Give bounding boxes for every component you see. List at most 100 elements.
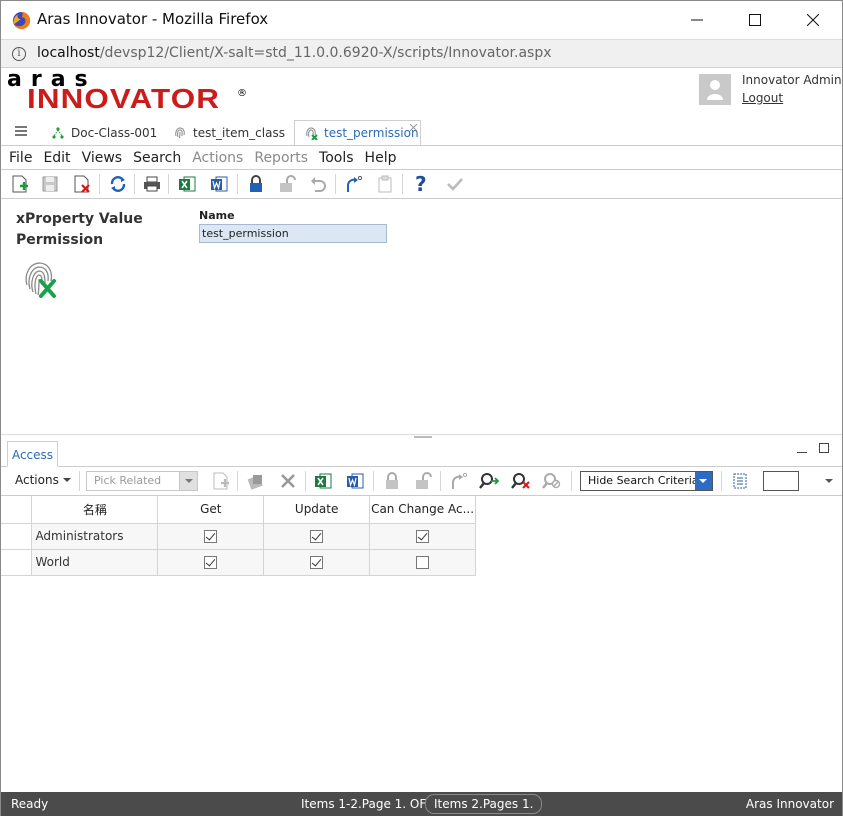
grid-lock-button[interactable] [381, 470, 403, 492]
update-checkbox[interactable] [310, 530, 324, 543]
menu-bar: File Edit Views Search Actions Reports T… [1, 145, 842, 169]
tab-test-item-class[interactable]: test_item_class [173, 120, 285, 145]
done-button[interactable] [444, 173, 466, 195]
menu-file[interactable]: File [9, 150, 32, 166]
stop-search-button[interactable] [541, 470, 563, 492]
help-button[interactable]: ? [409, 173, 431, 195]
new-item-button[interactable] [9, 173, 31, 195]
table-row[interactable]: Administrators [1, 522, 476, 550]
access-grid: 名稱 Get Update Can Change Ac... Administr… [1, 496, 476, 576]
toolbar-separator [79, 471, 80, 491]
checkmark-icon [447, 178, 463, 191]
grid-export-word-button[interactable] [344, 470, 366, 492]
claim-button[interactable] [374, 173, 396, 195]
promote-button[interactable] [342, 173, 364, 195]
can-change-checkbox[interactable] [416, 530, 430, 543]
delete-row-button[interactable] [277, 470, 299, 492]
info-icon[interactable]: i [12, 47, 26, 61]
save-icon [42, 176, 58, 192]
search-mode-select[interactable]: Hide Search Criteria [580, 471, 713, 491]
lock-button[interactable] [245, 173, 267, 195]
title-bar: Aras Innovator - Mozilla Firefox [1, 1, 842, 39]
toolbar-separator [99, 174, 100, 194]
print-button[interactable] [141, 173, 163, 195]
tab-doc-class[interactable]: Doc-Class-001 [51, 120, 157, 145]
pick-replace-button[interactable] [245, 470, 267, 492]
main-toolbar: ? [1, 169, 842, 199]
refresh-button[interactable] [107, 173, 129, 195]
hamburger-menu-icon[interactable] [15, 126, 27, 136]
get-checkbox[interactable] [204, 556, 218, 569]
row-selector[interactable] [1, 522, 33, 550]
menu-tools[interactable]: Tools [319, 150, 354, 166]
lock-icon [250, 175, 262, 192]
word-icon [347, 473, 364, 489]
column-header-can-change-access[interactable]: Can Change Ac... [369, 496, 476, 524]
cell-can-change [369, 522, 476, 550]
logo-innovator-text: INNOVATOR [27, 83, 221, 114]
avatar[interactable] [699, 74, 731, 105]
maximize-button[interactable] [726, 1, 784, 39]
search-go-icon [479, 473, 499, 489]
app-name: Aras Innovator [745, 797, 834, 811]
tab-close-icon[interactable] [410, 124, 417, 131]
grid-export-excel-button[interactable] [312, 470, 334, 492]
grid-unlock-button[interactable] [412, 470, 434, 492]
address-bar[interactable]: i localhost/devsp12/Client/X-salt=std_11… [1, 39, 842, 68]
unlock-button[interactable] [276, 173, 298, 195]
column-header-update[interactable]: Update [263, 496, 371, 524]
delete-button[interactable] [71, 173, 93, 195]
tab-access[interactable]: Access [7, 441, 58, 467]
pick-replace-icon [247, 475, 263, 490]
menu-edit[interactable]: Edit [43, 150, 70, 166]
tab-label: test_permission [324, 126, 419, 140]
page-size-input[interactable] [763, 471, 799, 491]
export-excel-button[interactable] [176, 173, 198, 195]
export-word-button[interactable] [208, 173, 230, 195]
minimize-button[interactable] [668, 1, 726, 39]
pick-related-select[interactable]: Pick Related [86, 471, 198, 491]
tab-test-permission[interactable]: test_permission [294, 120, 421, 145]
toolbar-separator [440, 471, 441, 491]
run-search-button[interactable] [478, 470, 500, 492]
get-checkbox[interactable] [204, 530, 218, 543]
clear-search-button[interactable] [510, 470, 532, 492]
maximize-pane-icon[interactable] [819, 443, 829, 453]
add-row-button[interactable] [210, 470, 232, 492]
cell-name[interactable]: Administrators [31, 522, 159, 550]
promote-icon [347, 175, 362, 192]
more-options-chevron-down-icon[interactable] [825, 479, 833, 483]
undo-button[interactable] [307, 173, 329, 195]
chevron-down-icon[interactable] [695, 472, 712, 490]
actions-dropdown[interactable]: Actions [15, 473, 71, 487]
update-checkbox[interactable] [310, 556, 324, 569]
table-row[interactable]: World [1, 548, 476, 576]
grid-promote-button[interactable] [447, 470, 469, 492]
chevron-down-icon[interactable] [179, 472, 197, 490]
menu-views[interactable]: Views [82, 150, 123, 166]
grid-body: Administrators World [1, 522, 476, 576]
toolbar-separator [305, 471, 306, 491]
logout-link[interactable]: Logout [742, 91, 783, 105]
column-header-name[interactable]: 名稱 [31, 496, 159, 524]
undo-icon [311, 177, 326, 192]
minimize-pane-icon[interactable] [797, 452, 807, 453]
menu-search[interactable]: Search [133, 150, 181, 166]
menu-actions[interactable]: Actions [192, 150, 243, 166]
save-button[interactable] [39, 173, 61, 195]
close-button[interactable] [784, 1, 842, 39]
url-text[interactable]: localhost/devsp12/Client/X-salt=std_11.0… [37, 45, 552, 61]
can-change-checkbox[interactable] [416, 556, 430, 569]
name-label: Name [199, 209, 235, 222]
menu-help[interactable]: Help [365, 150, 397, 166]
toolbar-separator [571, 471, 572, 491]
cell-name[interactable]: World [31, 548, 159, 576]
menu-reports[interactable]: Reports [254, 150, 308, 166]
page-size-button[interactable] [729, 470, 751, 492]
firefox-icon [12, 11, 31, 30]
column-header-get[interactable]: Get [157, 496, 265, 524]
row-selector[interactable] [1, 548, 33, 576]
name-field[interactable]: test_permission [199, 224, 387, 243]
items-total: Items 2.Pages 1. [425, 794, 543, 814]
unlock-icon [416, 472, 432, 489]
